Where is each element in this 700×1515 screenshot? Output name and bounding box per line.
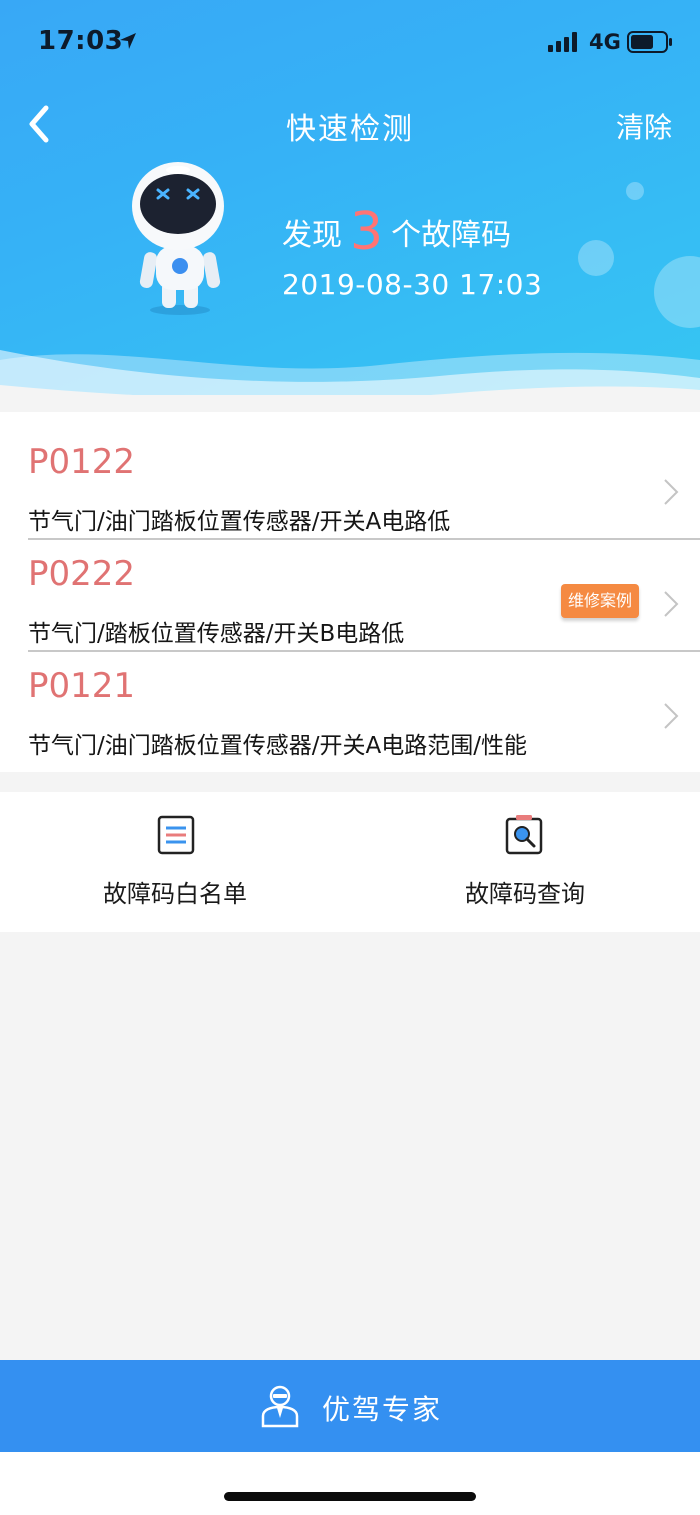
decor-bubble	[654, 256, 700, 328]
lookup-label: 故障码查询	[465, 880, 585, 908]
clear-button[interactable]: 清除	[616, 106, 672, 146]
header-wave	[0, 350, 700, 395]
summary-suffix: 个故障码	[391, 218, 512, 253]
summary-prefix: 发现	[282, 218, 342, 253]
list-item[interactable]: P0222 节气门/踏板位置传感器/开关B电路低	[0, 524, 700, 652]
decor-bubble	[626, 182, 644, 200]
fault-code: P0121	[28, 666, 136, 706]
fault-description: 节气门/油门踏板位置传感器/开关A电路范围/性能	[28, 733, 527, 759]
page-title: 快速检测	[286, 112, 414, 147]
whitelist-button[interactable]: 故障码白名单	[0, 792, 350, 932]
whitelist-label: 故障码白名单	[103, 880, 247, 908]
chevron-right-icon	[664, 591, 679, 617]
network-label: 4G	[589, 30, 621, 54]
expert-button[interactable]: 优驾专家	[0, 1360, 700, 1452]
fault-count: 3	[350, 202, 384, 262]
status-bar: 17:03 4G	[0, 0, 700, 88]
lookup-button[interactable]: 故障码查询	[350, 792, 700, 932]
battery-icon	[627, 31, 672, 53]
header: 17:03 4G 快速检测 清除 发现 3 个故障码 2019-08-30 17…	[0, 0, 700, 395]
scan-time: 2019-08-30 17:03	[282, 268, 543, 301]
expert-avatar-icon	[261, 1385, 299, 1428]
home-area	[0, 1452, 700, 1515]
location-arrow-icon	[120, 33, 136, 49]
search-clipboard-icon	[505, 815, 543, 855]
list-item[interactable]: P0121 节气门/油门踏板位置传感器/开关A电路范围/性能	[0, 636, 700, 759]
fault-code: P0222	[28, 554, 136, 594]
status-time: 17:03	[38, 26, 124, 56]
decor-bubble	[578, 240, 614, 276]
tools-panel: 故障码白名单 故障码查询	[0, 792, 700, 932]
fault-list: P0122 节气门/油门踏板位置传感器/开关A电路低 P0222 节气门/踏板位…	[0, 412, 700, 772]
expert-label: 优驾专家	[322, 1393, 443, 1426]
chevron-right-icon	[664, 479, 679, 505]
signal-icon	[548, 32, 577, 52]
fault-summary: 发现 3 个故障码	[282, 198, 512, 262]
repair-case-badge[interactable]: 维修案例	[561, 584, 639, 618]
chevron-right-icon	[664, 703, 679, 729]
list-item[interactable]: P0122 节气门/油门踏板位置传感器/开关A电路低	[0, 412, 700, 540]
home-indicator[interactable]	[224, 1492, 476, 1501]
list-icon	[157, 815, 195, 855]
robot-mascot-icon	[132, 162, 224, 315]
fault-code: P0122	[28, 442, 136, 482]
